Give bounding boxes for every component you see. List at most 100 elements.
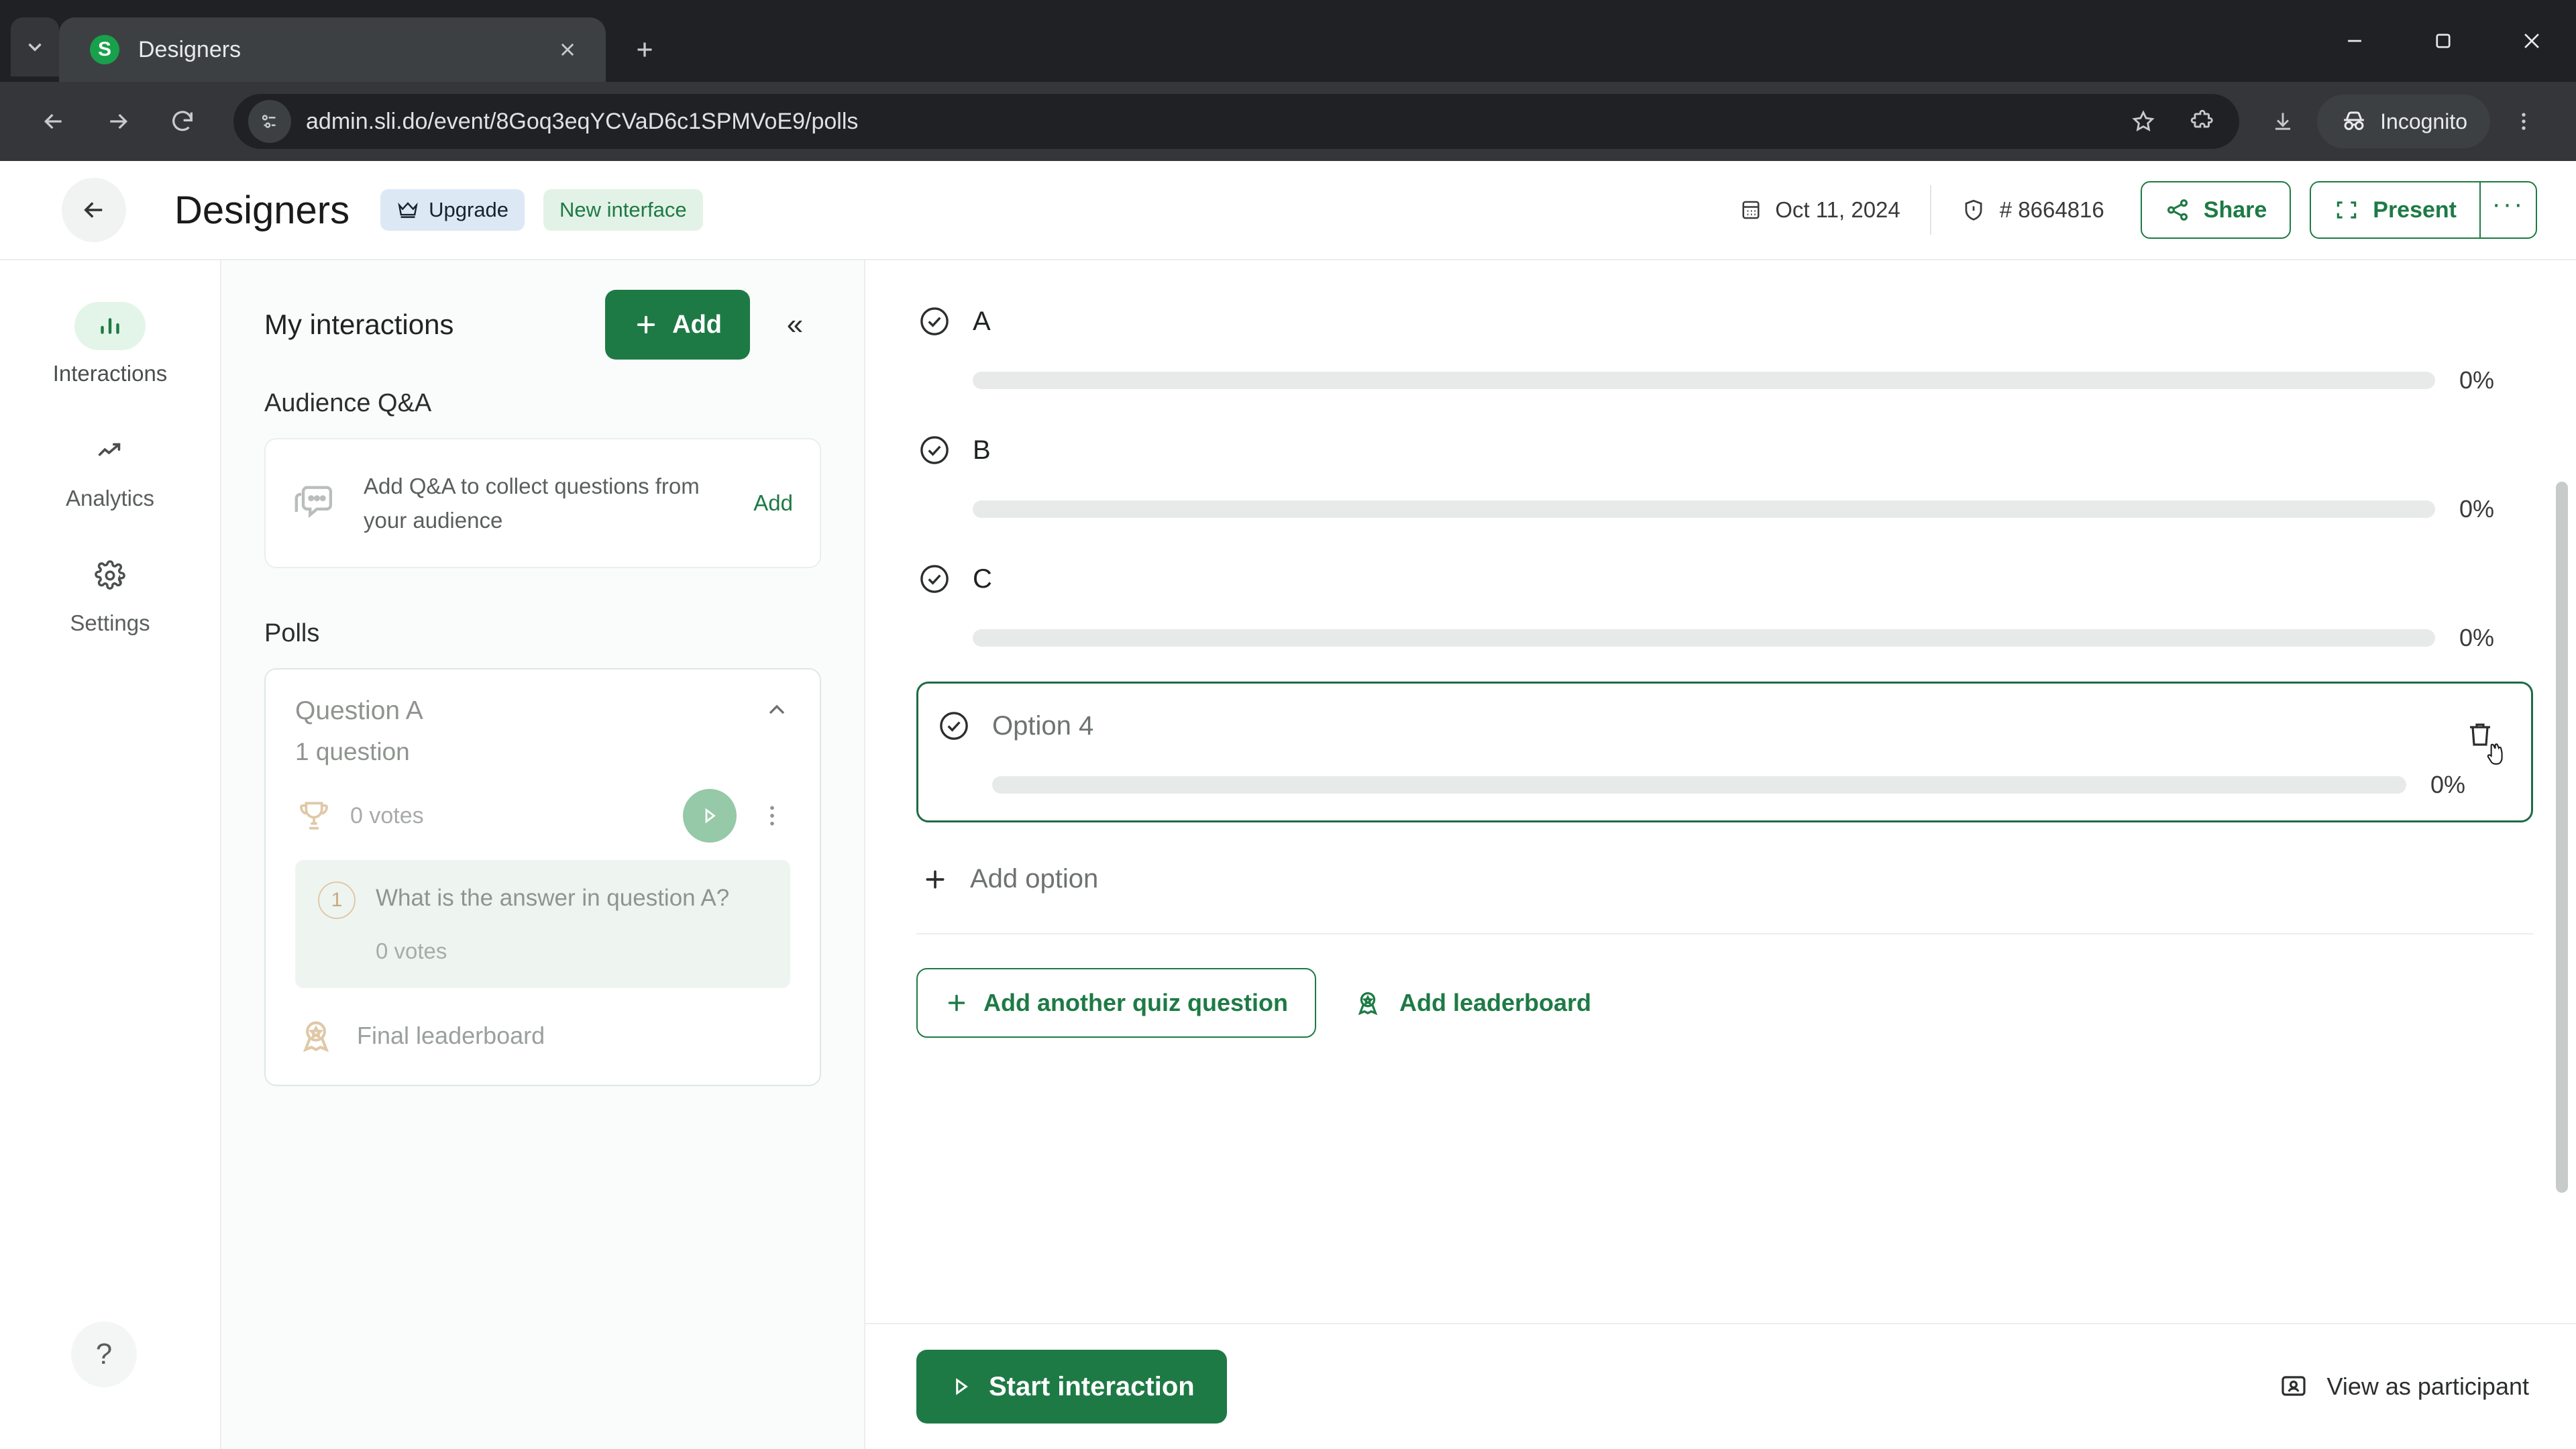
poll-option-row[interactable]: C 0% [916,538,2533,667]
bar-chart-icon [74,302,146,350]
poll-option-row[interactable]: A 0% [916,280,2533,409]
header-divider [1929,185,1931,235]
incognito-icon [2344,111,2364,130]
share-button[interactable]: Share [2140,181,2292,239]
question-text: What is the answer in question A? [376,885,730,912]
upgrade-badge-label: Upgrade [429,198,509,221]
poll-card[interactable]: Question A 1 question 0 votes 1 What is … [264,668,821,1087]
audience-qa-add-link[interactable]: Add [753,490,793,516]
minimize-button[interactable] [2310,0,2399,82]
option-label[interactable]: B [973,435,991,466]
browser-tab[interactable]: S Designers [59,17,606,82]
upgrade-badge[interactable]: Upgrade [380,189,525,231]
option-label[interactable]: A [973,307,991,337]
poll-option-row-focused[interactable]: Option 4 0% [916,682,2533,822]
poll-more-button[interactable] [754,802,790,829]
add-another-quiz-question-button[interactable]: Add another quiz question [916,968,1316,1038]
close-tab-icon[interactable] [549,32,586,68]
poll-option-row[interactable]: B 0% [916,409,2533,538]
present-more-button[interactable]: ··· [2479,181,2537,239]
chevron-up-icon[interactable] [763,696,790,729]
view-as-participant-button[interactable]: View as participant [2277,1371,2530,1403]
left-rail: Interactions Analytics Settings ? [0,260,221,1449]
interactions-panel-header: My interactions Add « [264,290,821,360]
forward-button[interactable] [89,92,148,151]
arrow-right-icon [110,113,128,129]
incognito-label: Incognito [2380,109,2467,133]
final-leaderboard-label: Final leaderboard [357,1022,545,1050]
sidebar-label-interactions: Interactions [52,361,168,386]
header-actions: Oct 11, 2024 # 8664816 Share Present ··· [1739,181,2537,239]
final-leaderboard-row[interactable]: Final leaderboard [266,1015,820,1057]
plus-icon [637,42,652,57]
address-bar[interactable]: admin.sli.do/event/8Goq3eqYCVaD6c1SPMVoE… [233,94,2240,149]
event-code-label: # 8664816 [1999,197,2104,222]
maximize-button[interactable] [2399,0,2487,82]
start-interaction-button[interactable]: Start interaction [916,1350,1227,1424]
poll-meta-row: 0 votes [266,789,820,843]
award-medal-icon [1358,991,1378,1016]
trophy-icon [295,797,333,835]
check-circle-icon[interactable] [916,303,953,339]
add-option-button[interactable]: Add option [916,829,2533,894]
site-info-icon[interactable] [248,100,291,143]
new-tab-button[interactable] [619,24,670,75]
audience-qa-description: Add Q&A to collect questions from your a… [364,474,700,533]
share-label: Share [2203,197,2267,223]
check-circle-icon[interactable] [936,708,972,744]
event-date-label: Oct 11, 2024 [1775,197,1900,222]
close-window-button[interactable] [2487,0,2576,82]
check-circle-icon[interactable] [916,432,953,468]
app-back-button[interactable] [62,178,126,242]
poll-question-row[interactable]: 1 What is the answer in question A? 0 vo… [295,860,790,989]
check-circle-icon[interactable] [916,561,953,597]
audience-qa-card[interactable]: Add Q&A to collect questions from your a… [264,438,821,569]
incognito-profile-button[interactable]: Incognito [2317,95,2490,148]
collapse-panel-button[interactable]: « [769,299,821,351]
browser-window: S Designers admin.sli.do/event/8Goq3eqYC… [0,0,2576,1449]
event-date[interactable]: Oct 11, 2024 [1739,197,1900,223]
fullscreen-icon [2337,201,2357,219]
add-leaderboard-button[interactable]: Add leaderboard [1352,987,1591,1018]
browser-menu-button[interactable] [2496,93,2552,150]
sidebar-item-settings[interactable]: Settings [0,551,220,636]
plus-icon [926,870,945,888]
editor-footer: Start interaction View as participant [865,1323,2576,1449]
new-interface-badge[interactable]: New interface [543,189,703,231]
arrow-left-icon [84,202,103,218]
interactions-panel: My interactions Add « Audience Q&A Add Q… [221,260,865,1449]
page-title: Designers [174,188,350,232]
arrow-left-icon [44,113,62,129]
sidebar-item-interactions[interactable]: Interactions [0,302,220,386]
add-interaction-button[interactable]: Add [605,290,750,360]
poll-subtitle: 1 question [295,738,410,766]
back-button[interactable] [24,92,83,151]
view-as-participant-label: View as participant [2326,1373,2530,1400]
question-votes: 0 votes [376,938,447,964]
add-button-label: Add [672,310,722,339]
award-medal-icon [295,1015,337,1057]
help-button[interactable]: ? [71,1322,137,1387]
reload-button[interactable] [153,92,212,151]
event-code[interactable]: # 8664816 [1961,197,2104,223]
chevron-down-icon [28,43,42,52]
reload-icon [172,111,193,131]
poll-play-button[interactable] [683,789,737,843]
scrollbar-track[interactable] [2555,260,2572,1323]
extensions-icon[interactable] [2180,99,2224,144]
option-input[interactable]: Option 4 [992,711,1093,741]
option-label[interactable]: C [973,564,992,594]
downloads-icon[interactable] [2261,99,2305,144]
present-button[interactable]: Present [2310,181,2479,239]
bookmark-star-icon[interactable] [2121,99,2165,144]
participant-view-icon [2281,1376,2306,1396]
minimize-icon [2348,40,2361,42]
kebab-menu-icon [2522,113,2526,130]
shield-alert-icon [1965,199,1982,221]
sidebar-item-analytics[interactable]: Analytics [0,427,220,511]
option-percent: 0% [2459,624,2495,651]
scrollbar-thumb[interactable] [2556,482,2568,1193]
plus-icon [637,315,655,334]
tab-search-button[interactable] [11,17,59,76]
present-button-group: Present ··· [2310,181,2537,239]
